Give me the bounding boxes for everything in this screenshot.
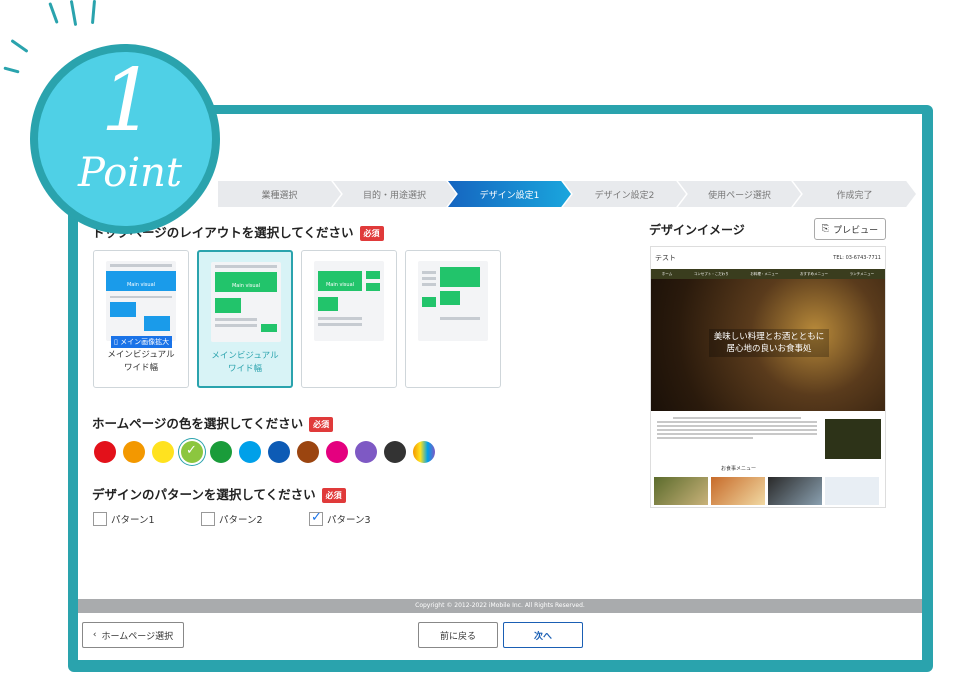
color-swatch-black[interactable] [384, 441, 406, 463]
step-2: 目的・用途選択 [333, 181, 456, 207]
layout-card-label: メインビジュアル ワイド幅 [107, 350, 175, 373]
layout-card-1[interactable]: Main visual ▯ メイン画像拡大 メインビジュアル ワイド幅 [93, 250, 189, 388]
copyright: Copyright © 2012-2022 iMobile Inc. All R… [78, 599, 922, 613]
required-badge: 必須 [309, 417, 334, 432]
layout-card-list: Main visual ▯ メイン画像拡大 メインビジュアル ワイド幅 Main… [93, 250, 501, 388]
color-swatch-red[interactable] [94, 441, 116, 463]
layout-thumbnail: Main visual [314, 261, 384, 341]
color-swatch-yellowgreen-selected[interactable]: ✓ [181, 441, 203, 463]
checkbox-checked[interactable]: ✓ [309, 510, 323, 526]
preview-title: デザインイメージ [649, 223, 745, 237]
preview-sidebar [825, 419, 881, 459]
checkbox[interactable] [93, 512, 107, 526]
color-swatch-orange[interactable] [123, 441, 145, 463]
step-5: 使用ページ選択 [678, 181, 801, 207]
pattern-option-1[interactable]: パターン1 [93, 512, 201, 526]
color-swatch-pink[interactable] [326, 441, 348, 463]
point-word: Point [77, 150, 182, 196]
check-icon: ✓ [186, 443, 197, 458]
check-icon: ✓ [311, 510, 322, 525]
color-swatch-brown[interactable] [297, 441, 319, 463]
pattern-section-title: デザインのパターンを選択してください 必須 [92, 484, 346, 503]
color-swatch-list: ✓ [94, 441, 435, 463]
pattern-options: パターン1 パターン2 ✓ パターン3 [93, 510, 417, 526]
preview-site-nav: ホーム コンセプト・こだわり お料理・メニュー おすすめメニュー ランチメニュー [651, 269, 885, 279]
layout-card-label: メインビジュアル ワイド幅 [211, 351, 279, 374]
layout-thumbnail: Main visual ▯ メイン画像拡大 [106, 261, 176, 348]
design-preview-image: テスト TEL: 03-6743-7711 ホーム コンセプト・こだわり お料理・メ… [650, 246, 886, 508]
step-3-active: デザイン設定1 [448, 181, 571, 207]
step-4: デザイン設定2 [563, 181, 686, 207]
preview-menu-thumbs [654, 477, 879, 505]
preview-site-header: テスト TEL: 03-6743-7711 [655, 254, 881, 262]
preview-icon: ⎘ [821, 224, 830, 234]
required-badge: 必須 [321, 488, 346, 503]
back-home-button[interactable]: ‹ ホームページ選択 [82, 622, 184, 648]
required-badge: 必須 [359, 226, 384, 241]
preview-hero-image: 美味しい料理とお酒とともに居心地の良いお食事処 [651, 279, 885, 411]
preview-body-text [651, 411, 823, 445]
pattern-option-3[interactable]: ✓ パターン3 [309, 510, 417, 526]
color-swatch-yellow[interactable] [152, 441, 174, 463]
color-swatch-blue[interactable] [268, 441, 290, 463]
step-6: 作成完了 [793, 181, 916, 207]
pattern-option-2[interactable]: パターン2 [201, 512, 309, 526]
chevron-left-icon: ‹ [92, 630, 97, 640]
layout-card-2-selected[interactable]: Main visual メインビジュアル ワイド幅 [197, 250, 293, 388]
point-number: 1 [100, 51, 156, 151]
color-swatch-gradient[interactable] [413, 441, 435, 463]
layout-card-4[interactable] [405, 250, 501, 388]
color-swatch-green[interactable] [210, 441, 232, 463]
prev-button[interactable]: 前に戻る [418, 622, 498, 648]
layout-thumbnail: Main visual [211, 262, 281, 342]
expand-badge: ▯ メイン画像拡大 [111, 336, 173, 348]
next-button[interactable]: 次へ [503, 622, 583, 648]
step-bar: 業種選択 目的・用途選択 デザイン設定1 デザイン設定2 使用ページ選択 作成完… [218, 181, 916, 207]
layout-card-3[interactable]: Main visual [301, 250, 397, 388]
checkbox[interactable] [201, 512, 215, 526]
preview-button[interactable]: ⎘ プレビュー [814, 218, 886, 240]
color-swatch-purple[interactable] [355, 441, 377, 463]
preview-subheading: お食事メニュー [721, 466, 757, 472]
color-swatch-lightblue[interactable] [239, 441, 261, 463]
color-section-title: ホームページの色を選択してください 必須 [92, 413, 334, 432]
step-1: 業種選択 [218, 181, 341, 207]
preview-hero-copy: 美味しい料理とお酒とともに居心地の良いお食事処 [709, 329, 829, 357]
layout-thumbnail [418, 261, 488, 341]
